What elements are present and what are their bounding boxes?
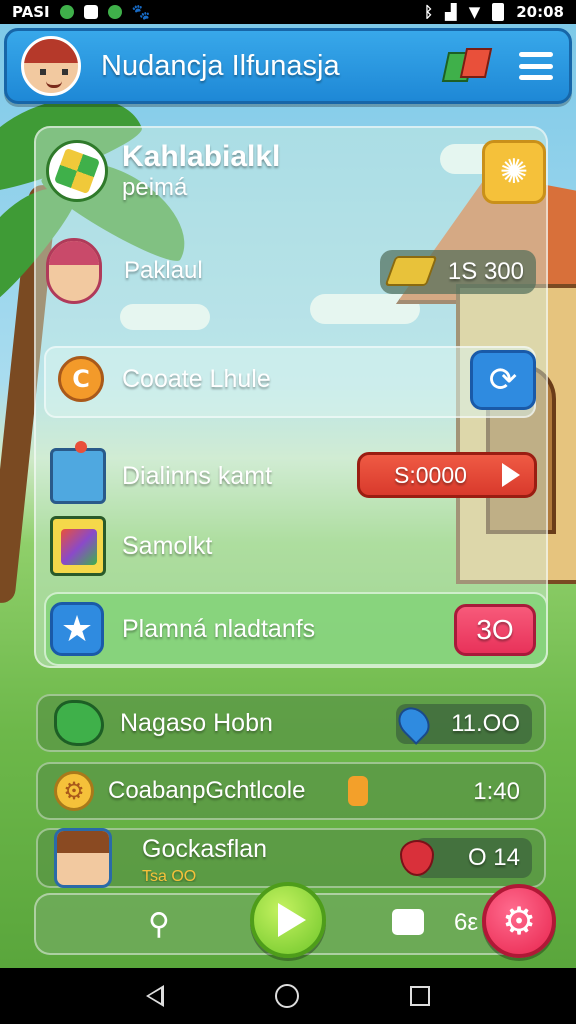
player-portrait-icon bbox=[46, 238, 102, 304]
star-icon: ★ bbox=[50, 602, 104, 656]
clock: 20:08 bbox=[516, 3, 564, 21]
villager-portrait-icon bbox=[54, 828, 112, 888]
wifi-icon: ▼ bbox=[468, 3, 481, 21]
panel-title: Kahlabialkl bbox=[122, 140, 281, 173]
play-icon bbox=[278, 903, 306, 937]
buy-price-button[interactable]: S:0000 bbox=[357, 452, 537, 498]
sun-icon: ✺ bbox=[499, 152, 529, 192]
home-icon[interactable] bbox=[274, 984, 299, 1008]
item-2-price: S:0000 bbox=[394, 461, 467, 488]
camera-icon[interactable] bbox=[392, 909, 424, 935]
item-1-label: Cooate Lhule bbox=[122, 364, 271, 393]
search-icon[interactable]: ⚲ bbox=[148, 907, 170, 942]
panel-subtitle: peimá bbox=[122, 174, 188, 201]
refresh-icon: ⟳ bbox=[488, 360, 518, 400]
list-item[interactable]: Nagaso Hobn 11.OO bbox=[36, 694, 546, 752]
recent-apps-icon[interactable] bbox=[410, 986, 431, 1006]
featured-label: Plamná nladtanfs bbox=[122, 614, 316, 643]
gear-coin-icon: ⚙ bbox=[54, 771, 94, 811]
cat-notification-icon: 🐾 bbox=[131, 3, 151, 21]
list-item-value: 11.OO bbox=[392, 701, 532, 745]
strawberry-icon bbox=[400, 840, 434, 876]
featured-value: 3O bbox=[476, 614, 514, 645]
game-notification-icon bbox=[59, 5, 74, 19]
player-row: Paklaul bbox=[46, 238, 203, 304]
item-row-1-content: C Cooate Lhule bbox=[58, 356, 271, 402]
chest-box-icon bbox=[50, 441, 106, 504]
language-flag-icon[interactable] bbox=[441, 46, 493, 86]
list-item-value: 1:40 bbox=[473, 778, 520, 805]
honey-jar-icon bbox=[348, 776, 368, 806]
game-notification-icon bbox=[107, 5, 122, 19]
back-icon[interactable] bbox=[145, 985, 164, 1007]
player-name: Paklaul bbox=[124, 257, 203, 284]
featured-row-content: ★ Plamná nladtanfs bbox=[50, 602, 315, 656]
item-2-label: Dialinns kamt bbox=[122, 461, 273, 490]
status-bar: PASI 🐾 ᛒ ▟ ▼ 20:08 bbox=[0, 0, 576, 24]
list-item[interactable]: Gockasflan Tsa OO O 14 bbox=[36, 828, 546, 888]
app-notification-icon bbox=[83, 5, 98, 19]
bluetooth-icon: ᛒ bbox=[424, 3, 434, 21]
gear-icon: ⚙ bbox=[501, 899, 537, 943]
header-bar: Nudancja Ilfunasja bbox=[4, 28, 572, 104]
hamburger-menu-icon[interactable] bbox=[519, 52, 553, 80]
item-3-label: Samolkt bbox=[122, 531, 213, 560]
battery-icon bbox=[492, 3, 505, 21]
orange-fruit-icon: C bbox=[58, 356, 104, 402]
settings-button[interactable]: ⚙ bbox=[482, 884, 556, 958]
pinwheel-icon bbox=[46, 140, 108, 202]
location-pin-icon bbox=[392, 701, 436, 745]
system-nav-bar bbox=[0, 968, 576, 1024]
list-item-sublabel: Tsa OO bbox=[142, 867, 197, 882]
spellbook-icon bbox=[50, 516, 106, 576]
list-item-label: CoabanpGchtlcole bbox=[108, 777, 306, 804]
item-row-3[interactable]: Samolkt bbox=[50, 516, 212, 576]
refresh-button[interactable]: ⟳ bbox=[470, 350, 536, 410]
green-bush-icon bbox=[54, 700, 104, 746]
player-avatar[interactable] bbox=[21, 36, 81, 96]
gold-bar-icon bbox=[384, 256, 438, 286]
item-row-2[interactable]: Dialinns kamt bbox=[50, 441, 273, 504]
list-item-label: Gockasflan bbox=[142, 834, 268, 863]
list-item[interactable]: ⚙ CoabanpGchtlcole 1:40 bbox=[36, 762, 546, 820]
sun-badge-button[interactable]: ✺ bbox=[482, 140, 546, 204]
carrier-label: PASI bbox=[12, 3, 50, 21]
header-title: Nudancja Ilfunasja bbox=[101, 49, 340, 82]
coin-counter: 1S 300 bbox=[380, 250, 536, 294]
play-button[interactable] bbox=[250, 882, 326, 958]
play-arrow-icon bbox=[502, 463, 520, 487]
panel-header: Kahlabialkl peimá bbox=[46, 140, 280, 202]
list-item-label: Nagaso Hobn bbox=[120, 708, 273, 737]
signal-icon: ▟ bbox=[445, 3, 457, 21]
featured-value-button[interactable]: 3O bbox=[454, 604, 536, 656]
toolbar-counter: 6ε bbox=[454, 909, 479, 936]
coin-value: 1S 300 bbox=[447, 258, 524, 285]
list-item-value: O 14 bbox=[400, 838, 532, 878]
